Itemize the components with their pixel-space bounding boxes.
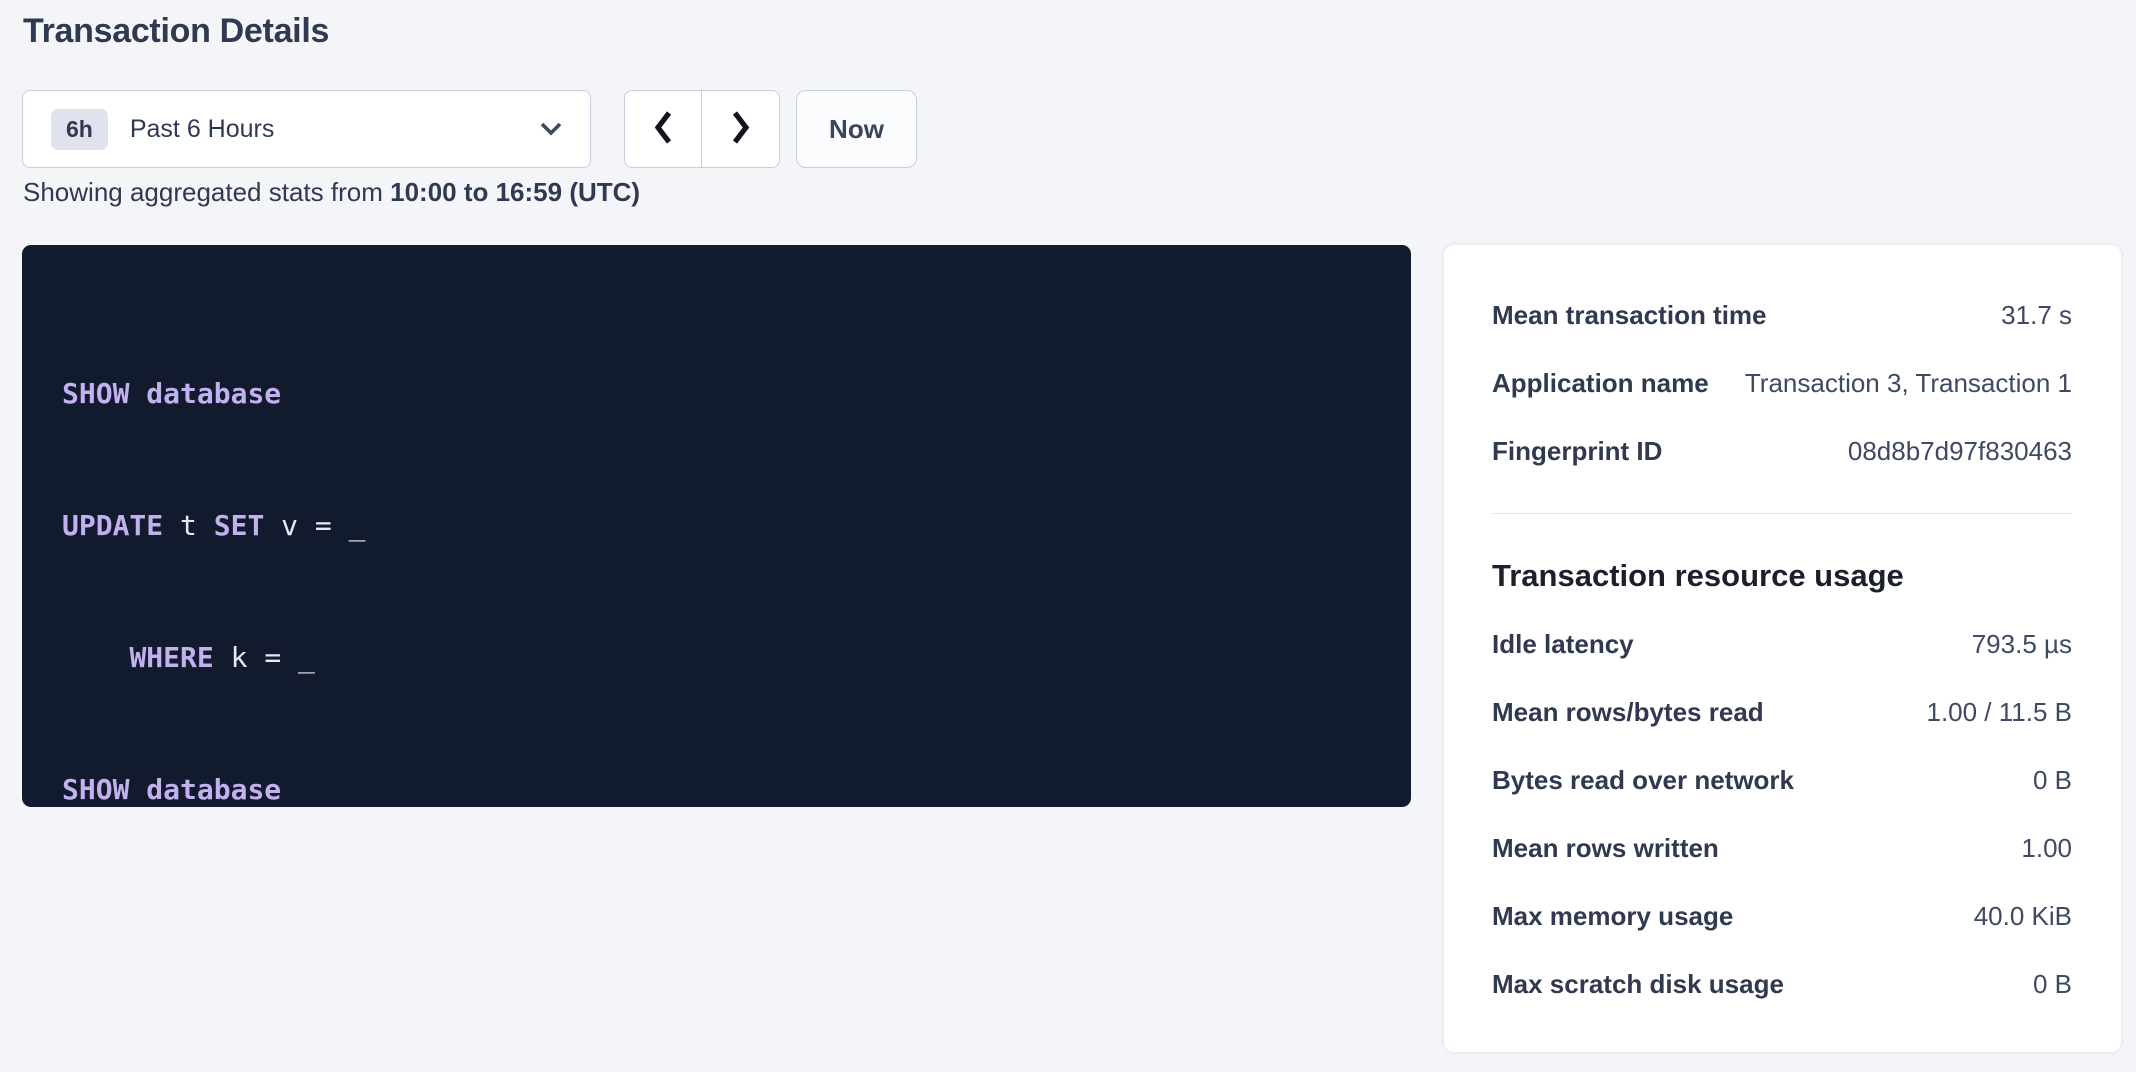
card-divider: [1492, 513, 2072, 514]
sql-keyword: WHERE: [129, 641, 230, 674]
chevron-left-icon: [653, 110, 674, 148]
stat-label: Fingerprint ID: [1492, 436, 1662, 467]
sql-indent: [62, 641, 129, 674]
stat-value: 1.00 / 11.5 B: [1926, 697, 2072, 728]
stat-value: 08d8b7d97f830463: [1848, 436, 2072, 467]
sql-identifier: v: [281, 509, 315, 542]
sql-identifier: t: [180, 509, 214, 542]
stat-value: 40.0 KiB: [1974, 901, 2072, 932]
prev-time-button[interactable]: [624, 90, 702, 168]
chevron-right-icon: [730, 110, 751, 148]
stat-row-mean-rows-bytes-read: Mean rows/bytes read 1.00 / 11.5 B: [1492, 678, 2072, 746]
stat-label: Max memory usage: [1492, 901, 1733, 932]
sql-line: SHOW database: [62, 768, 1371, 812]
sql-keyword: SET: [214, 509, 281, 542]
transaction-details-page: Transaction Details 6h Past 6 Hours Now …: [0, 0, 2136, 1072]
stat-value: 31.7 s: [2001, 300, 2072, 331]
sql-identifier: = _: [315, 509, 366, 542]
stat-row-bytes-read-over-network: Bytes read over network 0 B: [1492, 746, 2072, 814]
page-title: Transaction Details: [23, 12, 329, 51]
stat-label: Mean transaction time: [1492, 300, 1767, 331]
stat-row-max-scratch-disk-usage: Max scratch disk usage 0 B: [1492, 950, 2072, 1018]
stat-label: Mean rows/bytes read: [1492, 697, 1764, 728]
time-controls: 6h Past 6 Hours Now: [22, 90, 917, 168]
stat-value: 0 B: [2033, 765, 2072, 796]
transaction-details-card: Mean transaction time 31.7 s Application…: [1444, 245, 2121, 1052]
stat-value: 1.00: [2021, 833, 2072, 864]
sql-keyword: SHOW: [62, 773, 146, 806]
stat-row-application-name: Application name Transaction 3, Transact…: [1492, 349, 2072, 417]
sql-keyword: database: [146, 773, 281, 806]
time-range-label: Past 6 Hours: [130, 115, 275, 144]
stat-value: Transaction 3, Transaction 1: [1745, 368, 2072, 399]
sql-line: UPDATE t SET v = _: [62, 504, 1371, 548]
next-time-button[interactable]: [702, 90, 780, 168]
time-nav-group: [624, 90, 780, 168]
sql-keyword: database: [146, 377, 281, 410]
stat-row-max-memory-usage: Max memory usage 40.0 KiB: [1492, 882, 2072, 950]
sql-statement-box: SHOW database UPDATE t SET v = _ WHERE k…: [22, 245, 1411, 807]
stat-row-idle-latency: Idle latency 793.5 µs: [1492, 610, 2072, 678]
stat-label: Bytes read over network: [1492, 765, 1794, 796]
aggregation-summary-prefix: Showing aggregated stats from: [23, 177, 390, 207]
sql-identifier: k: [231, 641, 265, 674]
now-button[interactable]: Now: [796, 90, 917, 168]
stat-label: Idle latency: [1492, 629, 1634, 660]
chevron-down-icon: [540, 122, 562, 136]
sql-keyword: SHOW: [62, 377, 146, 410]
aggregation-summary: Showing aggregated stats from 10:00 to 1…: [23, 177, 640, 208]
sql-line: SHOW database: [62, 372, 1371, 416]
time-range-dropdown[interactable]: 6h Past 6 Hours: [22, 90, 591, 168]
stat-row-mean-rows-written: Mean rows written 1.00: [1492, 814, 2072, 882]
stat-value: 0 B: [2033, 969, 2072, 1000]
stat-row-mean-transaction-time: Mean transaction time 31.7 s: [1492, 281, 2072, 349]
aggregation-summary-range: 10:00 to 16:59 (UTC): [390, 177, 640, 207]
time-range-badge: 6h: [51, 109, 108, 150]
stat-value: 793.5 µs: [1972, 629, 2072, 660]
sql-line: WHERE k = _: [62, 636, 1371, 680]
sql-code: SHOW database UPDATE t SET v = _ WHERE k…: [62, 284, 1371, 900]
resource-usage-heading: Transaction resource usage: [1492, 542, 2072, 610]
stat-label: Mean rows written: [1492, 833, 1719, 864]
stat-row-fingerprint-id: Fingerprint ID 08d8b7d97f830463: [1492, 417, 2072, 485]
stat-label: Max scratch disk usage: [1492, 969, 1784, 1000]
sql-identifier: = _: [264, 641, 315, 674]
stat-label: Application name: [1492, 368, 1709, 399]
sql-keyword: UPDATE: [62, 509, 180, 542]
